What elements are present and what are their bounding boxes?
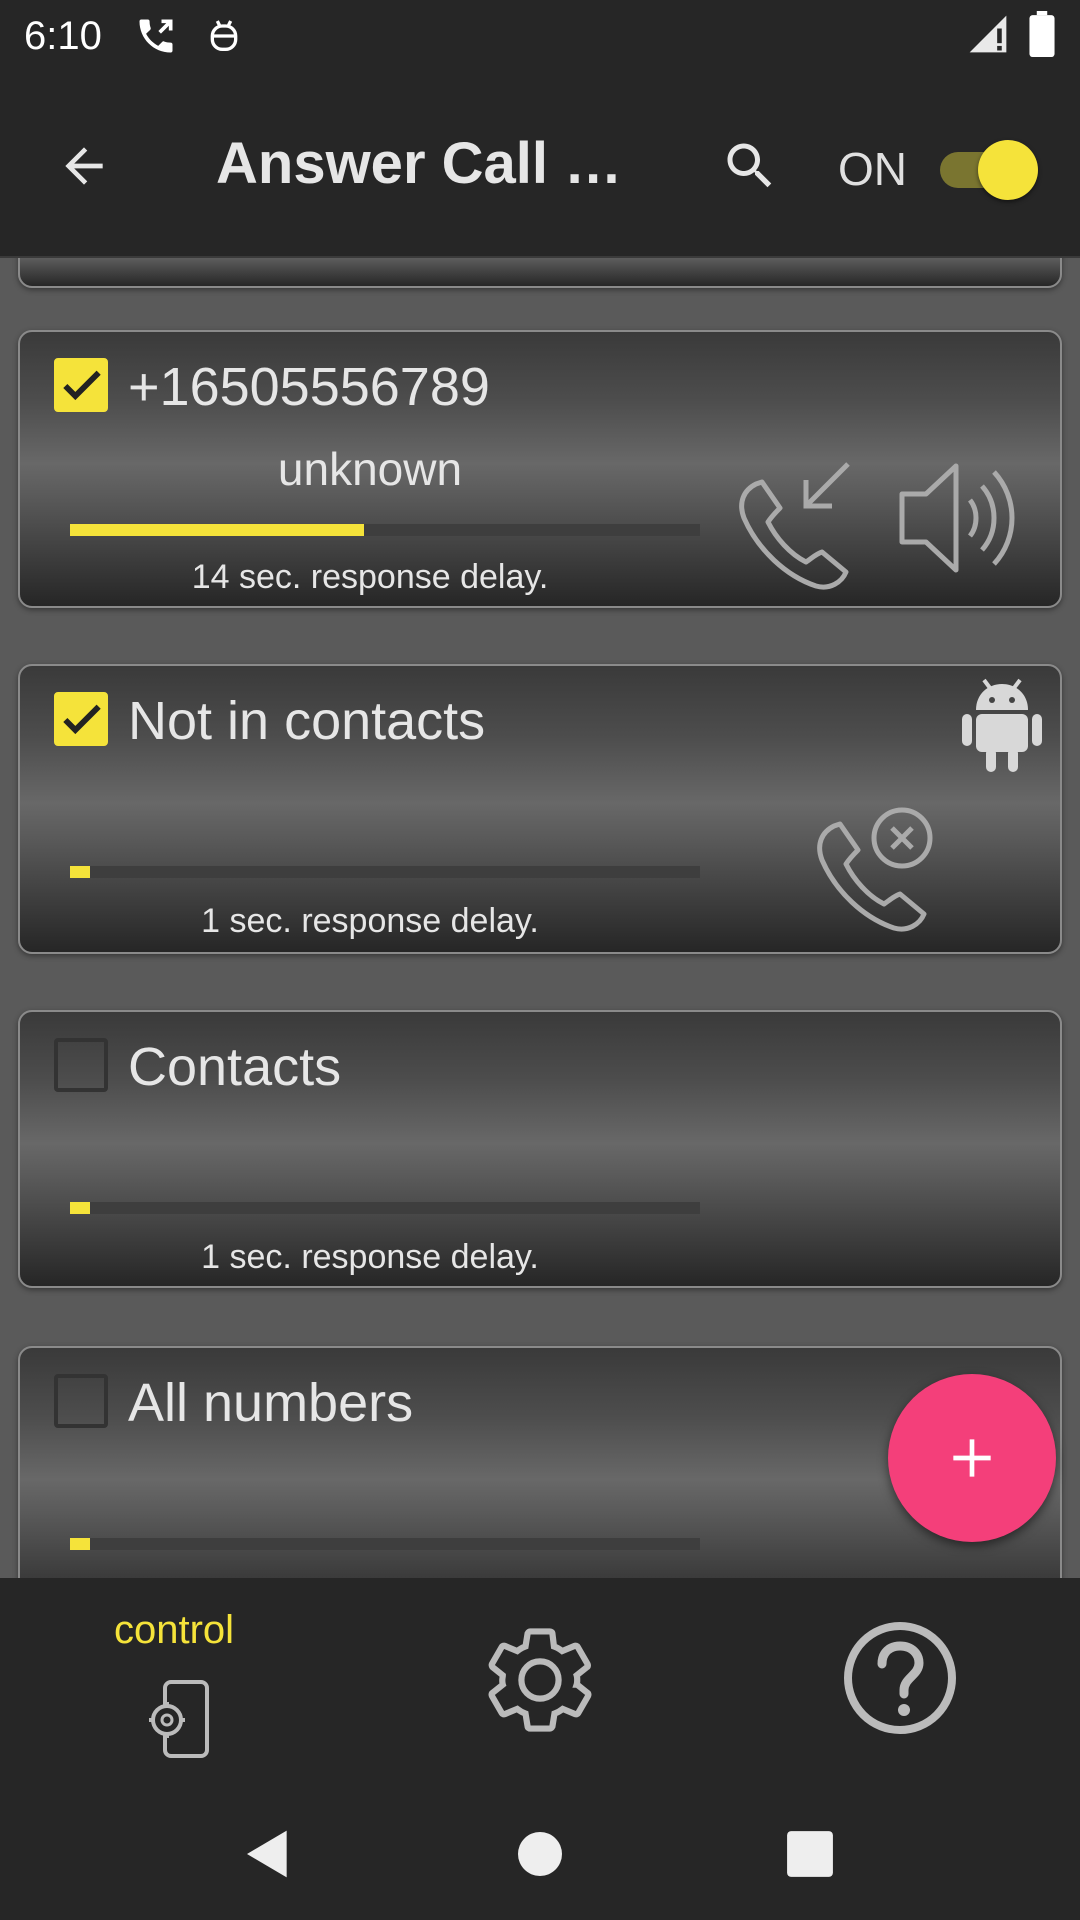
delay-progress-fill — [70, 1538, 90, 1550]
nav-item-control[interactable]: control — [0, 1578, 360, 1778]
delay-progress-fill — [70, 866, 90, 878]
nav-item-help[interactable] — [720, 1578, 1080, 1778]
delay-progress-bar — [70, 1538, 700, 1550]
help-icon — [842, 1620, 958, 1736]
delay-progress-bar — [70, 524, 700, 536]
rule-card[interactable]: +16505556789 unknown 14 sec. response de… — [18, 330, 1062, 608]
nav-label-control: control — [114, 1608, 235, 1652]
status-bar: 6:10 — [0, 0, 1080, 72]
back-icon[interactable] — [228, 1814, 308, 1894]
back-arrow-icon[interactable] — [52, 134, 116, 198]
delay-text: 1 sec. response delay. — [201, 902, 539, 940]
call-blocked-icon — [806, 802, 946, 937]
delay-progress-fill — [70, 1202, 90, 1214]
add-rule-button[interactable] — [888, 1374, 1056, 1542]
rule-title: +16505556789 — [128, 357, 490, 417]
phone-settings-icon — [140, 1676, 216, 1762]
delay-progress-bar — [70, 1202, 700, 1214]
rules-list: +16505556789 unknown 14 sec. response de… — [0, 258, 1080, 1578]
delay-progress-bar — [70, 866, 700, 878]
rule-checkbox[interactable] — [54, 1038, 108, 1092]
status-time: 6:10 — [24, 13, 102, 58]
phone-forwarded-icon — [132, 12, 180, 60]
rule-subtitle: unknown — [277, 443, 463, 495]
android-debug-icon — [200, 12, 248, 60]
rule-checkbox[interactable] — [54, 358, 108, 412]
page-title: Answer Call b… — [216, 131, 636, 196]
battery-icon — [1028, 10, 1056, 62]
plus-icon — [953, 1439, 991, 1477]
app-bar: Answer Call b… ON — [0, 72, 1080, 258]
nav-item-settings[interactable] — [360, 1578, 720, 1778]
rule-card[interactable]: Contacts 1 sec. response delay. — [18, 1010, 1062, 1288]
rule-checkbox[interactable] — [54, 1374, 108, 1428]
rule-title: Not in contacts — [128, 691, 486, 751]
service-toggle[interactable] — [936, 138, 1038, 200]
home-icon[interactable] — [500, 1814, 580, 1894]
gear-icon — [478, 1618, 602, 1742]
android-icon — [960, 676, 1044, 779]
signal-icon — [966, 12, 1010, 61]
incoming-call-icon — [728, 458, 868, 595]
delay-text: 1 sec. response delay. — [201, 1238, 539, 1276]
bottom-navigation: control — [0, 1578, 1080, 1778]
toggle-thumb — [978, 140, 1038, 200]
rule-title: All numbers — [128, 1373, 414, 1433]
search-icon[interactable] — [716, 132, 784, 200]
system-navigation — [0, 1778, 1080, 1920]
rule-title: Contacts — [128, 1037, 342, 1097]
recents-icon[interactable] — [770, 1814, 850, 1894]
speaker-icon — [898, 458, 1024, 583]
delay-progress-fill — [70, 524, 364, 536]
delay-text: 14 sec. response delay. — [191, 558, 549, 596]
toggle-label: ON — [838, 143, 907, 195]
rule-card[interactable]: Not in contacts 1 sec. response delay. — [18, 664, 1062, 954]
rule-card-partial[interactable] — [18, 258, 1062, 288]
rule-checkbox[interactable] — [54, 692, 108, 746]
